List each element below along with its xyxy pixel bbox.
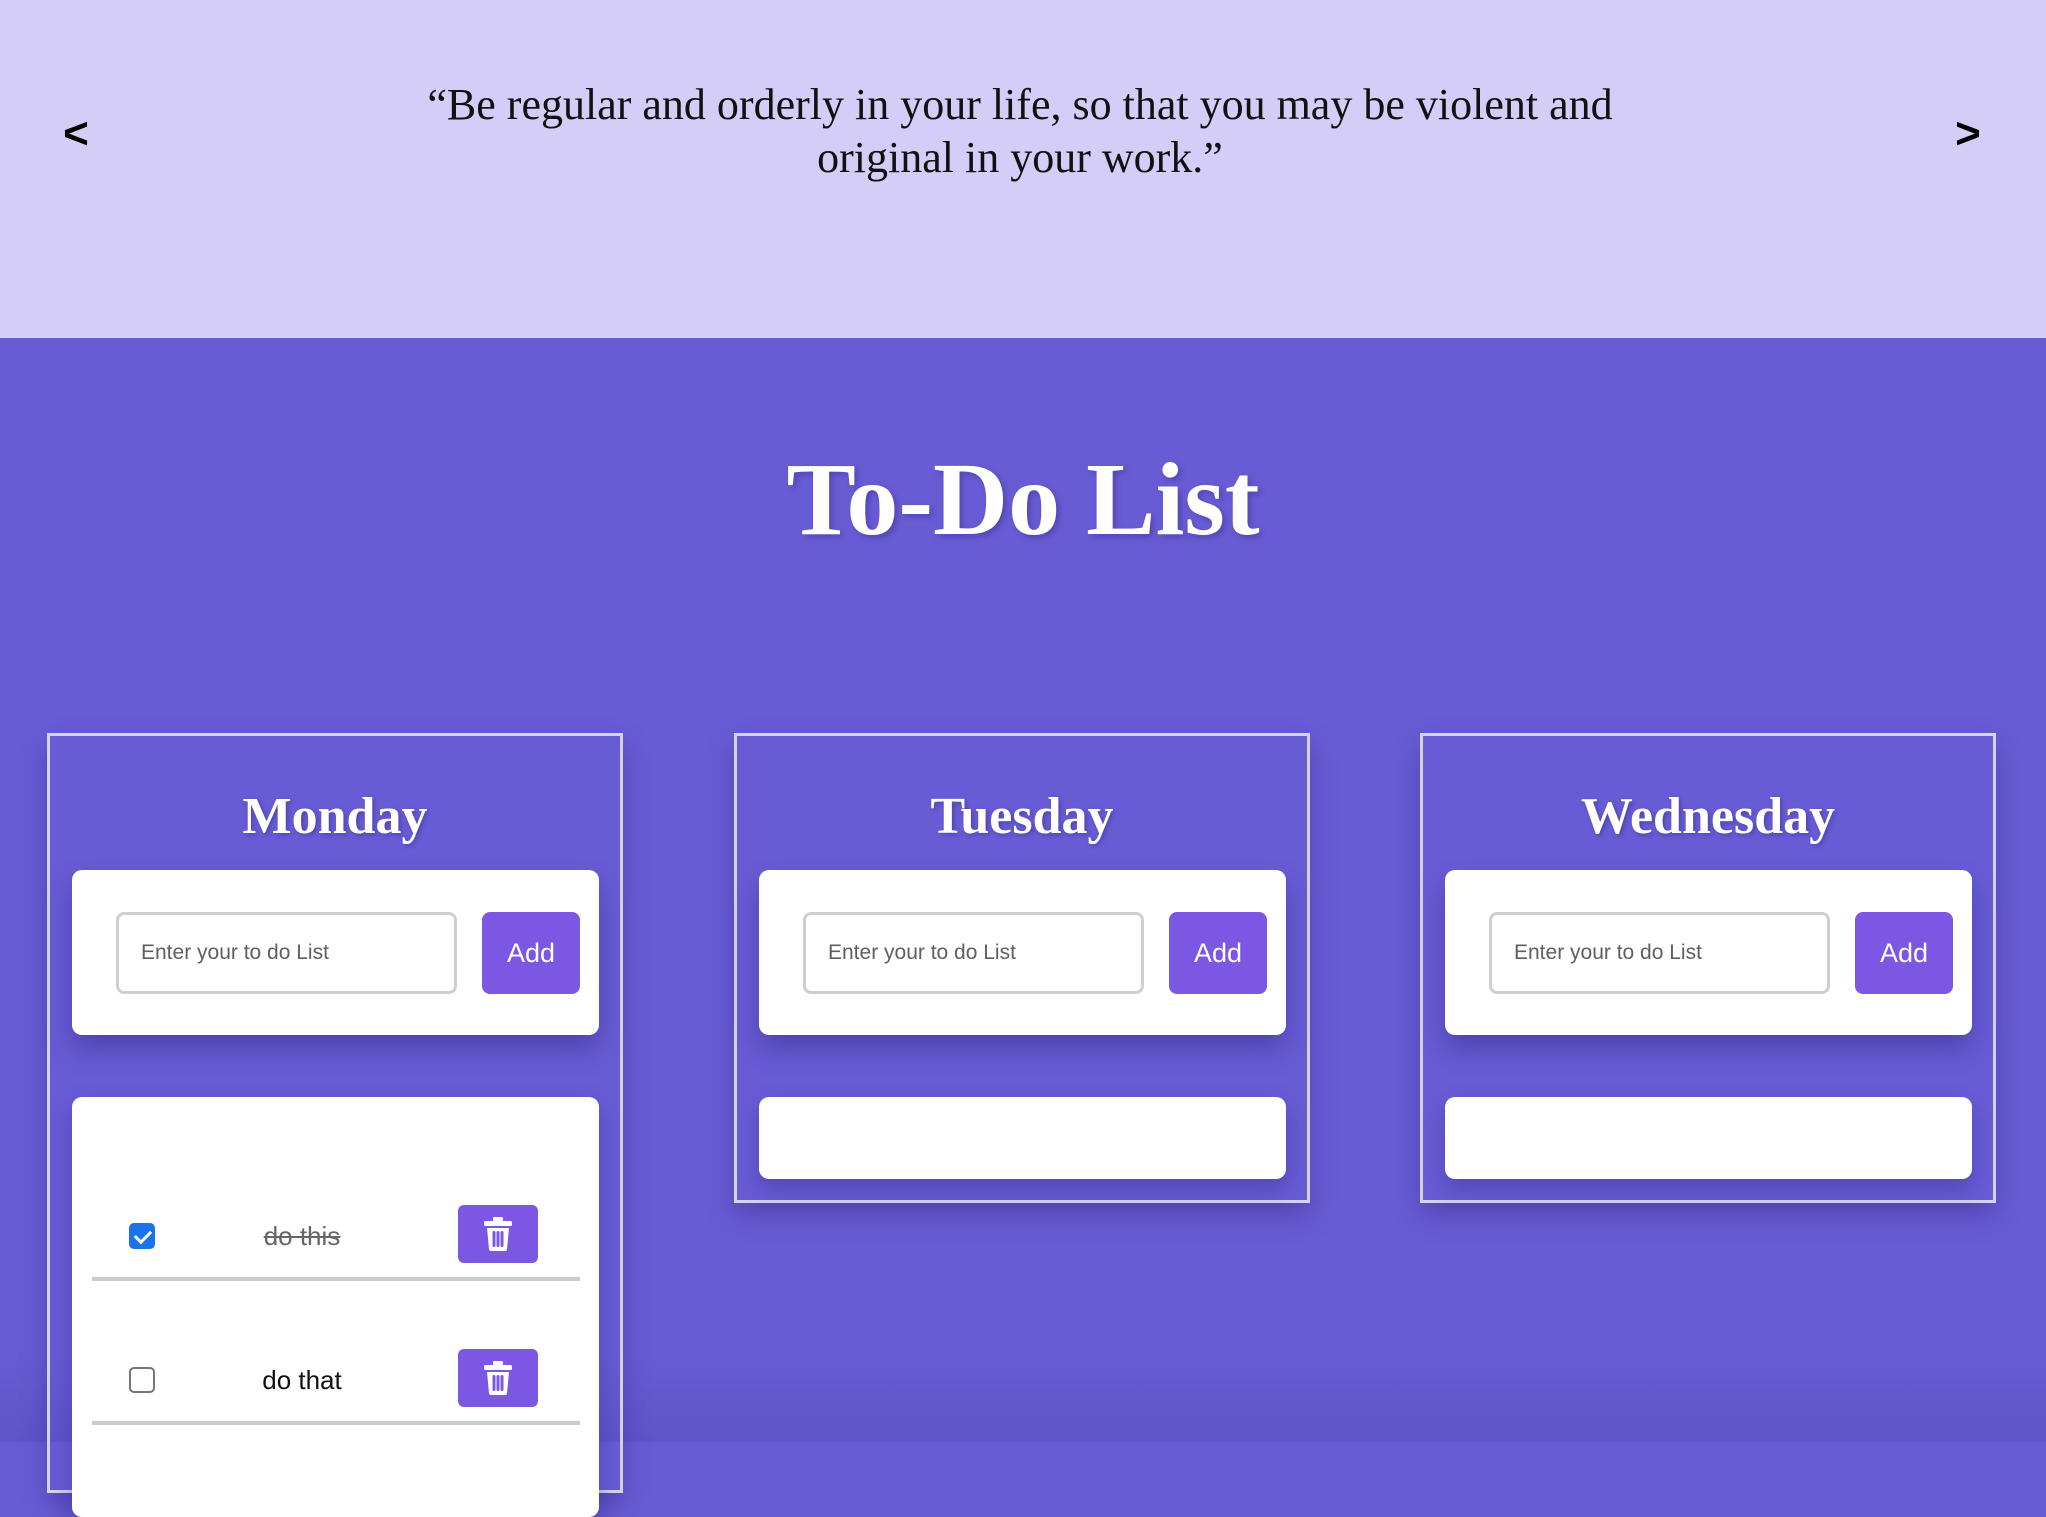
list-item: do that <box>92 1315 580 1425</box>
next-quote-button[interactable]: > <box>1948 106 1988 162</box>
todo-checkbox[interactable] <box>129 1223 155 1249</box>
todo-input[interactable] <box>1489 912 1830 994</box>
add-button[interactable]: Add <box>1169 912 1267 994</box>
todo-list <box>759 1097 1286 1179</box>
todo-item-text: do this <box>263 1221 341 1251</box>
day-column-tuesday: Tuesday Add <box>734 733 1310 1203</box>
delete-button[interactable] <box>458 1349 538 1407</box>
day-column-monday: Monday Add do this do that <box>47 733 623 1517</box>
todo-checkbox[interactable] <box>129 1367 155 1393</box>
page-title: To-Do List <box>786 442 1260 557</box>
day-column-wednesday: Wednesday Add <box>1420 733 1996 1203</box>
delete-button[interactable] <box>458 1205 538 1263</box>
add-todo-form: Add <box>72 870 599 1035</box>
day-title: Tuesday <box>930 788 1114 845</box>
add-button[interactable]: Add <box>482 912 580 994</box>
todo-list <box>1445 1097 1972 1179</box>
add-todo-form: Add <box>759 870 1286 1035</box>
trash-icon <box>484 1217 512 1251</box>
add-todo-form: Add <box>1445 870 1972 1035</box>
quote-banner: < “Be regular and orderly in your life, … <box>0 0 2046 338</box>
todo-input[interactable] <box>116 912 457 994</box>
todo-list: do this do that <box>72 1097 599 1517</box>
todo-item-text: do that <box>262 1365 342 1395</box>
list-item: do this <box>92 1171 580 1281</box>
previous-quote-button[interactable]: < <box>56 106 96 162</box>
day-title: Monday <box>242 788 428 845</box>
add-button[interactable]: Add <box>1855 912 1953 994</box>
day-title: Wednesday <box>1580 788 1836 845</box>
todo-input[interactable] <box>803 912 1144 994</box>
quote-text: “Be regular and orderly in your life, so… <box>427 80 1613 182</box>
trash-icon <box>484 1361 512 1395</box>
